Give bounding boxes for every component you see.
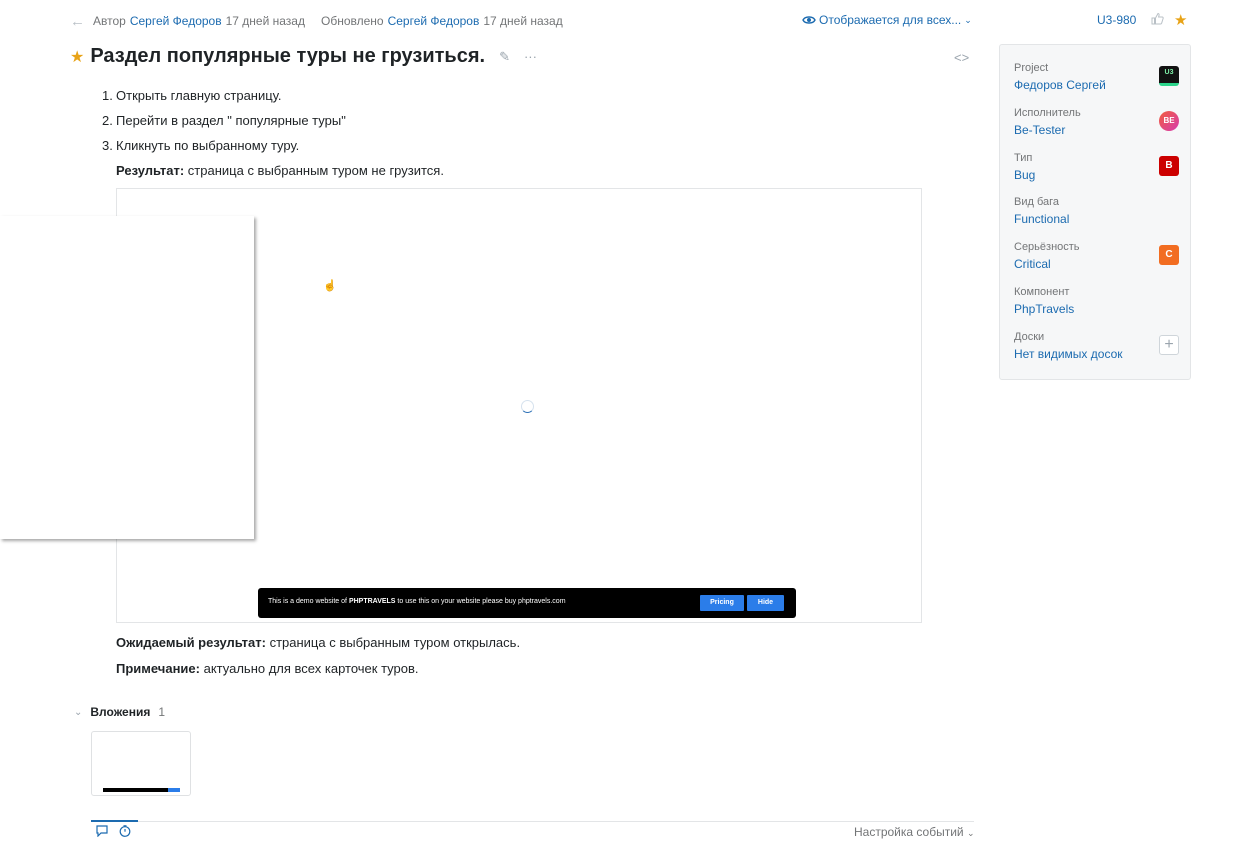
visibility-label: Отображается для всех... [819, 13, 962, 27]
hand-cursor-icon: ☝ [323, 280, 337, 292]
screenshot-white-panel [0, 216, 254, 539]
list-item: 1. Открыть главную страницу. [102, 88, 282, 103]
steps-list: 1. Открыть главную страницу. 2. Перейти в … [102, 87, 346, 162]
more-options-icon[interactable]: ··· [524, 49, 537, 64]
loading-spinner-icon [521, 400, 534, 413]
field-severity[interactable]: Серьёзность Critical C [1014, 241, 1179, 271]
eye-icon [802, 16, 816, 24]
list-item: 3. Кликнуть по выбранному туру. [102, 138, 300, 153]
issue-title-row: ★ Раздел популярные туры не грузиться. ✎… [70, 45, 537, 68]
visibility-dropdown[interactable]: Отображается для всех... ⌄ [802, 13, 972, 27]
attachments-count: 1 [158, 705, 166, 719]
demo-banner: This is a demo website of PHPTRAVELS to … [258, 588, 796, 618]
issue-id-link[interactable]: U3-980 [1097, 13, 1136, 27]
author-link[interactable]: Сергей Федоров [130, 14, 222, 28]
avatar: BE [1159, 111, 1179, 131]
chevron-down-icon: ⌄ [74, 706, 83, 718]
field-boards[interactable]: Доски Нет видимых досок + [1014, 331, 1179, 361]
author-time: 17 дней назад [225, 14, 305, 28]
type-badge: B [1159, 156, 1179, 176]
attachment-thumbnail[interactable] [91, 731, 191, 796]
field-project[interactable]: Project Федоров Сергей U3 [1014, 62, 1179, 92]
star-icon[interactable]: ★ [70, 47, 84, 67]
updated-time: 17 дней назад [483, 14, 563, 28]
updated-by-link[interactable]: Сергей Федоров [388, 14, 480, 28]
project-badge: U3 [1159, 66, 1179, 86]
active-tab-indicator [91, 820, 138, 822]
updated-prefix: Обновлено [320, 14, 384, 28]
field-component[interactable]: Компонент PhpTravels [1014, 286, 1179, 316]
tabs-divider [91, 821, 974, 822]
issue-fields-sidebar: Project Федоров Сергей U3 Исполнитель Be… [999, 44, 1191, 380]
timer-tab-icon[interactable] [119, 825, 131, 840]
banner-text: This is a demo website of PHPTRAVELS to … [268, 598, 566, 605]
hide-button: Hide [747, 595, 784, 611]
comments-tab-icon[interactable] [96, 825, 108, 840]
attachments-header[interactable]: ⌄ Вложения 1 [74, 705, 165, 719]
back-arrow-icon[interactable]: ← [70, 13, 85, 30]
result-paragraph: Результат: страница с выбранным туром не… [116, 163, 444, 178]
field-assignee[interactable]: Исполнитель Be-Tester BE [1014, 107, 1179, 137]
embedded-screenshot[interactable]: ☝ This is a demo website of PHPTRAVELS t… [0, 188, 922, 623]
author-prefix: Автор [93, 14, 126, 28]
issue-meta: ← Автор Сергей Федоров 17 дней назад Обн… [70, 13, 563, 30]
star-icon[interactable]: ★ [1174, 11, 1187, 29]
field-bug-kind[interactable]: Вид бага Functional [1014, 196, 1179, 226]
field-type[interactable]: Тип Bug B [1014, 152, 1179, 182]
pricing-button: Pricing [700, 595, 744, 611]
list-item: 2. Перейти в раздел " популярные туры" [102, 113, 346, 128]
add-board-icon[interactable]: + [1159, 335, 1179, 355]
thumbs-up-icon[interactable] [1151, 12, 1164, 28]
issue-title: Раздел популярные туры не грузиться. [90, 45, 486, 67]
pencil-icon[interactable]: ✎ [499, 49, 510, 65]
note-paragraph: Примечание: актуально для всех карточек … [116, 661, 419, 676]
code-brackets-icon[interactable]: <> [954, 50, 969, 65]
events-settings-dropdown[interactable]: Настройка событий ⌄ [854, 825, 975, 839]
attachments-label: Вложения [90, 705, 151, 719]
expected-paragraph: Ожидаемый результат: страница с выбранны… [116, 635, 521, 650]
chevron-down-icon: ⌄ [966, 828, 975, 838]
chevron-down-icon: ⌄ [964, 14, 972, 25]
severity-badge: C [1159, 245, 1179, 265]
